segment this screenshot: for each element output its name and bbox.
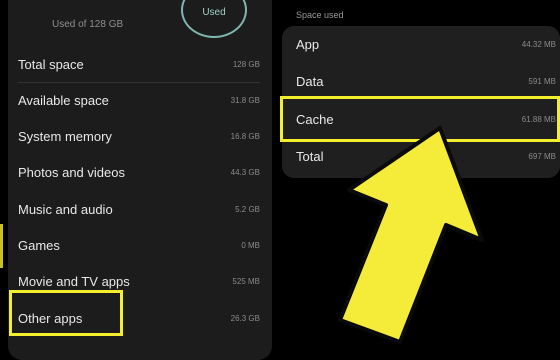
other-apps-highlight [9,290,123,336]
row-label: System memory [18,128,112,144]
space-used-title: Space used [296,10,344,20]
storage-row-games[interactable]: Games 0 MB [18,227,260,263]
row-label: Games [18,237,60,253]
row-label: App [296,37,320,52]
row-value: 44.32 MB [521,40,556,49]
row-value: 525 MB [232,276,260,286]
row-value: 16.8 GB [230,131,260,141]
row-label: Total space [18,56,84,72]
row-label: Movie and TV apps [18,273,130,289]
space-row-data: Data 591 MB [296,63,556,100]
row-label: Music and audio [18,201,113,217]
space-row-total: Total 697 MB [296,138,556,175]
storage-row-system-memory[interactable]: System memory 16.8 GB [18,118,260,154]
row-value: 26.3 GB [230,313,260,323]
space-row-app: App 44.32 MB [296,26,556,63]
row-value: 591 MB [528,77,556,86]
storage-row-total-space[interactable]: Total space 128 GB [18,46,260,82]
storage-row-photos-videos[interactable]: Photos and videos 44.3 GB [18,154,260,190]
row-value: 44.3 GB [230,167,260,177]
row-label: Photos and videos [18,164,125,180]
used-of-label: Used of 128 GB [52,19,124,30]
usage-ring-label: Used [202,7,226,18]
cache-highlight [280,96,560,142]
row-label: Data [296,74,324,89]
row-value: 697 MB [528,152,556,161]
storage-row-available-space[interactable]: Available space 31.8 GB [18,82,260,118]
row-value: 31.8 GB [230,95,260,105]
scroll-accent [0,224,3,268]
row-value: 5.2 GB [235,204,260,214]
row-value: 128 GB [232,59,260,69]
row-label: Available space [18,92,109,108]
storage-row-music-audio[interactable]: Music and audio 5.2 GB [18,191,260,227]
row-label: Total [296,149,324,164]
row-value: 0 MB [241,240,260,250]
